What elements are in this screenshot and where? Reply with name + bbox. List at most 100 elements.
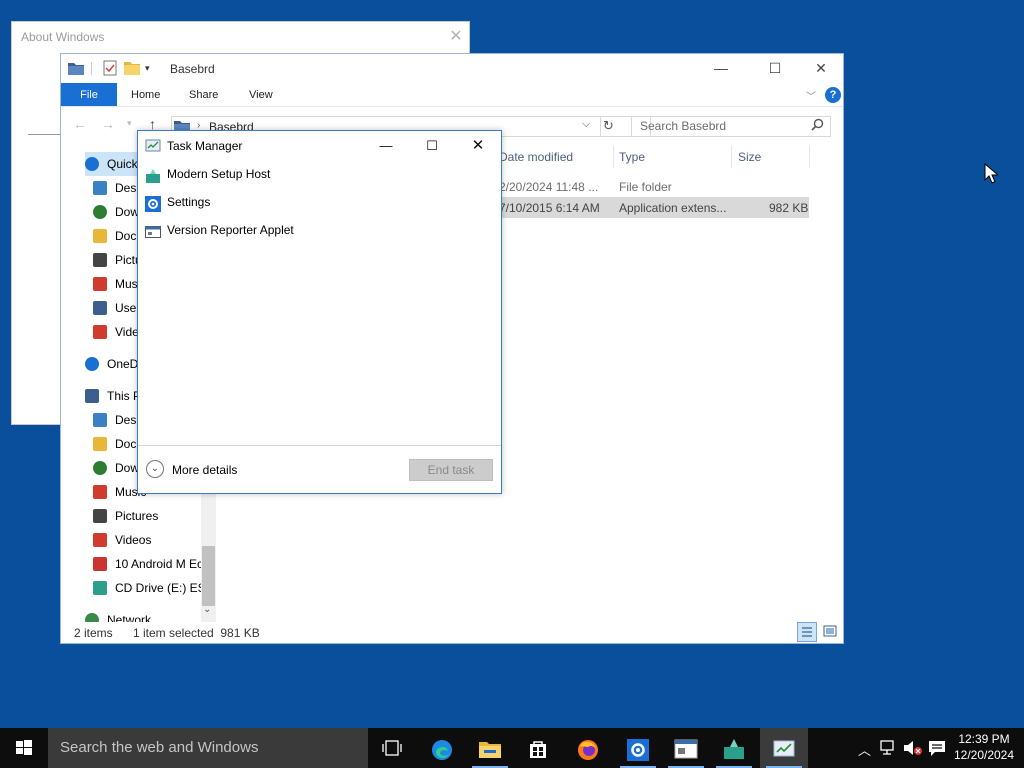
ribbon-divider	[61, 106, 843, 107]
column-size[interactable]: Size	[738, 150, 761, 164]
taskbar-setup-host[interactable]	[710, 728, 758, 768]
row-type: Application extens...	[619, 201, 727, 215]
tm-close-button[interactable]: ✕	[463, 135, 493, 157]
recent-locations-button[interactable]: ▾	[127, 118, 132, 129]
back-button[interactable]: ←	[73, 116, 87, 132]
task-view-button[interactable]	[368, 728, 416, 768]
row-date: 2/20/2024 11:48 ...	[499, 180, 599, 194]
mouse-cursor-icon	[984, 163, 998, 184]
network-icon[interactable]	[880, 740, 898, 756]
taskbar-firefox[interactable]	[564, 728, 612, 768]
maximize-button[interactable]: ☐	[752, 54, 798, 82]
sidebar-item-label: CD Drive (E:) ESD	[115, 581, 215, 595]
large-icons-view-button[interactable]	[821, 622, 841, 642]
pictures-icon	[93, 253, 107, 267]
column-type[interactable]: Type	[619, 150, 645, 164]
new-folder-icon[interactable]	[124, 60, 140, 75]
close-button[interactable]: ✕	[798, 54, 844, 82]
tab-view[interactable]: View	[241, 83, 281, 107]
star-icon	[85, 157, 99, 171]
task-manager-icon	[773, 740, 795, 757]
tm-footer-divider	[138, 445, 501, 446]
sidebar-item-label: Videos	[115, 533, 152, 547]
about-close-button[interactable]: ✕	[445, 26, 467, 48]
settings-gear-icon	[627, 739, 649, 761]
chevron-down-icon[interactable]: ⌄	[146, 460, 164, 478]
videos-icon	[93, 533, 107, 547]
window-title: Basebrd	[170, 62, 215, 76]
taskbar-search-input[interactable]: Search the web and Windows	[48, 728, 368, 768]
taskbar-edge[interactable]	[418, 728, 466, 768]
network-icon	[85, 613, 99, 622]
sidebar-item[interactable]: CD Drive (E:) ESD	[93, 576, 215, 600]
setup-host-icon	[145, 168, 161, 184]
taskbar-file-explorer[interactable]	[466, 728, 514, 768]
list-item[interactable]: 2/20/2024 11:48 ... File folder	[491, 176, 811, 197]
about-windows-title: About Windows	[21, 30, 105, 44]
tm-minimize-button[interactable]: —	[371, 135, 401, 157]
sidebar-item[interactable]: 10 Android M Ec	[93, 552, 215, 576]
tm-app-settings[interactable]: Settings	[145, 191, 485, 215]
tm-app-modern-setup-host[interactable]: Modern Setup Host	[145, 163, 485, 187]
properties-icon[interactable]	[103, 60, 117, 76]
status-selection: 1 item selected 981 KB	[133, 626, 260, 640]
row-size: 982 KB	[769, 201, 809, 215]
column-divider	[809, 146, 810, 168]
taskbar-settings[interactable]	[614, 728, 662, 768]
row-type: File folder	[619, 180, 672, 194]
windows-logo-icon	[16, 740, 32, 755]
end-task-button[interactable]: End task	[409, 459, 493, 481]
taskbar-task-manager[interactable]	[760, 728, 808, 768]
sidebar-item-label: Network	[107, 613, 152, 622]
task-view-icon	[382, 740, 402, 756]
download-icon	[93, 461, 107, 475]
scroll-down-icon[interactable]: ⌄	[203, 604, 211, 615]
forward-button[interactable]: →	[101, 116, 115, 132]
title-separator	[91, 62, 92, 75]
sidebar-item[interactable]: Network	[85, 608, 215, 622]
refresh-icon[interactable]: ↻	[603, 118, 614, 134]
pc-icon	[85, 389, 99, 403]
customize-toolbar-icon[interactable]: ▾	[145, 63, 150, 74]
details-view-button[interactable]	[797, 622, 817, 642]
column-divider	[613, 146, 614, 168]
tab-home[interactable]: Home	[123, 83, 168, 107]
address-dropdown-icon[interactable]: ⌵	[582, 118, 590, 131]
edge-browser-icon	[432, 740, 452, 760]
tab-share[interactable]: Share	[181, 83, 226, 107]
sidebar-item[interactable]: Pictures	[93, 504, 215, 528]
sidebar-item[interactable]: Videos	[93, 528, 215, 552]
nav-scrollbar-thumb[interactable]	[202, 546, 215, 606]
sidebar-item-label: 10 Android M Ec	[115, 557, 204, 571]
help-icon[interactable]: ?	[825, 87, 841, 103]
documents-icon	[93, 229, 107, 243]
folder-icon	[93, 301, 107, 315]
expand-ribbon-icon[interactable]: ﹀	[806, 88, 816, 103]
column-date-modified[interactable]: Date modified	[499, 150, 573, 164]
start-button[interactable]	[0, 728, 48, 768]
more-details-link[interactable]: More details	[172, 463, 237, 477]
taskbar-version-reporter[interactable]	[662, 728, 710, 768]
tab-file[interactable]: File	[61, 83, 117, 107]
status-item-count: 2 items	[74, 626, 113, 640]
tm-app-label: Modern Setup Host	[167, 167, 271, 181]
search-input[interactable]: Search Basebrd	[631, 116, 831, 137]
tm-maximize-button[interactable]: ☐	[417, 135, 447, 157]
taskbar-store[interactable]	[514, 728, 562, 768]
address-divider	[600, 116, 601, 137]
row-date: 7/10/2015 6:14 AM	[499, 201, 600, 215]
tm-app-version-reporter[interactable]: Version Reporter Applet	[145, 219, 485, 243]
desktop-icon	[93, 181, 107, 195]
tm-app-label: Version Reporter Applet	[167, 223, 294, 237]
column-divider	[731, 146, 732, 168]
taskbar-clock[interactable]: 12:39 PM 12/20/2024	[944, 731, 1024, 763]
volume-muted-icon[interactable]	[903, 740, 923, 756]
show-hidden-icons-button[interactable]: ︿	[858, 740, 871, 759]
tm-app-label: Settings	[167, 195, 211, 209]
taskbar: Search the web and Windows ︿ 12:39 PM 12…	[0, 728, 1024, 768]
minimize-button[interactable]: —	[698, 54, 744, 82]
list-item-selected[interactable]: 7/10/2015 6:14 AM Application extens... …	[491, 197, 809, 218]
documents-icon	[93, 437, 107, 451]
firefox-icon	[578, 740, 598, 760]
folder-icon	[68, 61, 84, 75]
